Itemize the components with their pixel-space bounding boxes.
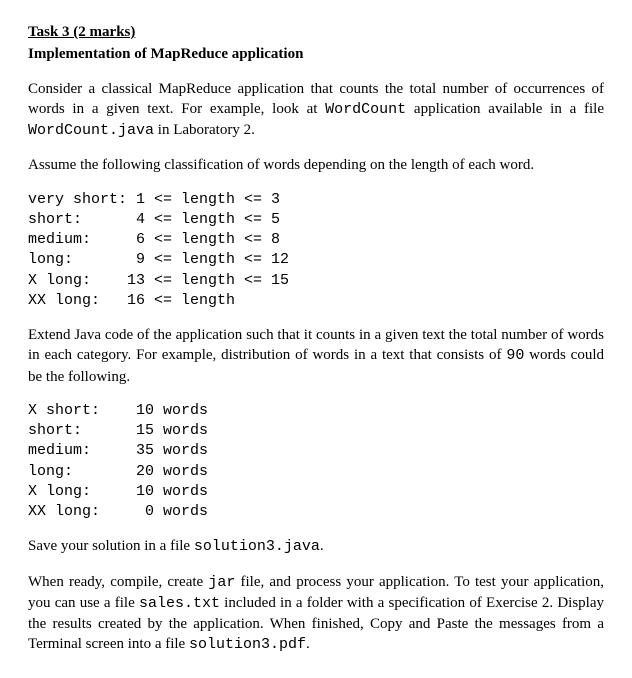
distribution-block: X short: 10 words short: 15 words medium…	[28, 401, 604, 523]
code-inline: solution3.pdf	[189, 636, 306, 653]
text: application available in a file	[406, 101, 604, 117]
task-subtitle: Implementation of MapReduce application	[28, 44, 604, 64]
task-title: Task 3 (2 marks)	[28, 22, 604, 42]
text: in Laboratory 2.	[154, 122, 255, 138]
code-inline: sales.txt	[139, 595, 220, 612]
code-inline: solution3.java	[194, 538, 320, 555]
paragraph-ready: When ready, compile, create jar file, an…	[28, 572, 604, 656]
paragraph-extend: Extend Java code of the application such…	[28, 325, 604, 387]
code-inline: WordCount	[325, 101, 406, 118]
code-inline: 90	[506, 347, 524, 364]
code-inline: jar	[208, 574, 235, 591]
text: Save your solution in a file	[28, 538, 194, 554]
text: .	[320, 538, 324, 554]
paragraph-assume: Assume the following classification of w…	[28, 155, 604, 175]
text: When ready, compile, create	[28, 574, 208, 590]
paragraph-intro: Consider a classical MapReduce applicati…	[28, 79, 604, 142]
paragraph-save: Save your solution in a file solution3.j…	[28, 536, 604, 557]
code-inline: WordCount.java	[28, 122, 154, 139]
text: .	[306, 636, 310, 652]
classification-block: very short: 1 <= length <= 3 short: 4 <=…	[28, 190, 604, 312]
